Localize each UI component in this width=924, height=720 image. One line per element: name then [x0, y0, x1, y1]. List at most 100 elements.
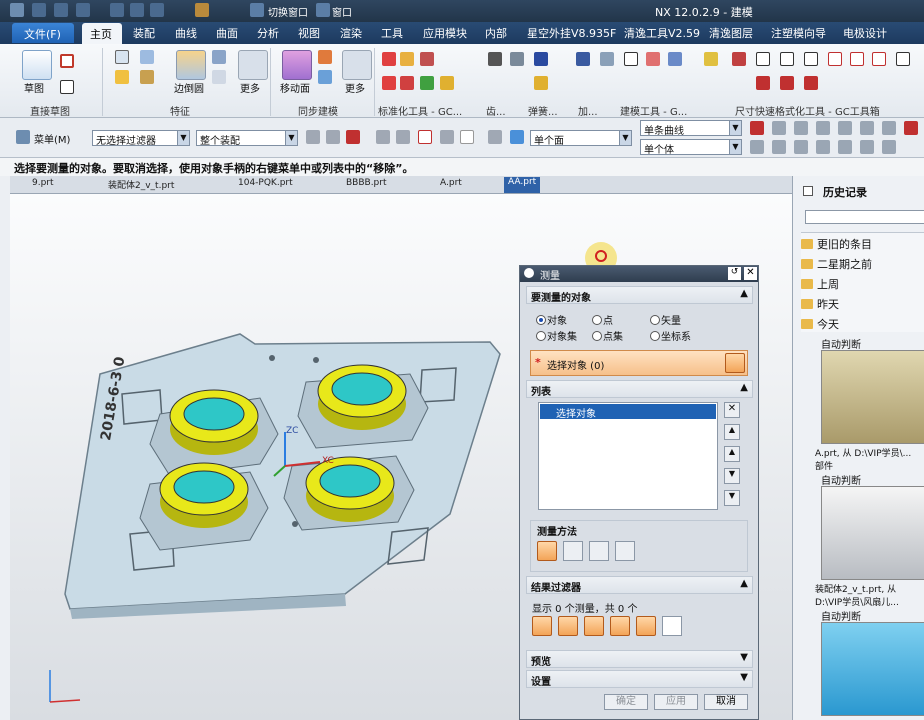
tab-qingyi-tools[interactable]: 清逸工具V2.59 [624, 25, 700, 41]
standard-tool-icon[interactable] [420, 52, 434, 66]
dimension-tool-icon[interactable] [732, 52, 746, 66]
tab-xingkong[interactable]: 星空外挂V8.935F [527, 25, 616, 41]
snap-point-icon[interactable] [794, 140, 808, 154]
select-tool-icon[interactable] [440, 130, 454, 144]
radio-object-set[interactable]: 对象集 [536, 328, 577, 343]
tab-file[interactable]: 文件(F) [12, 23, 74, 43]
file-tab[interactable]: 装配体2_v_t.prt [108, 178, 174, 191]
filter-list-icon[interactable] [662, 616, 682, 636]
file-tab[interactable]: BBBB.prt [346, 178, 387, 188]
reset-icon[interactable]: ↺ [728, 267, 741, 280]
rectangle-icon[interactable] [60, 80, 74, 94]
dimension-tool-icon[interactable] [756, 52, 770, 66]
dimension-tool-icon[interactable] [780, 52, 794, 66]
dimension-tool-icon[interactable] [780, 76, 794, 90]
more-sync-icon[interactable] [342, 50, 372, 80]
edge-blend-icon[interactable] [176, 50, 206, 80]
history-thumbnail[interactable] [821, 486, 924, 580]
select-tool-icon[interactable] [396, 130, 410, 144]
tab-curve[interactable]: 曲线 [175, 25, 197, 41]
snap-point-icon[interactable] [772, 140, 786, 154]
snap-point-icon[interactable] [816, 121, 830, 135]
dialog-title-bar[interactable]: 测量 ↺ ✕ [520, 266, 758, 282]
move-down-icon[interactable]: ▼ [724, 468, 740, 484]
dimension-tool-icon[interactable] [804, 76, 818, 90]
tab-assembly[interactable]: 装配 [133, 25, 155, 41]
move-face-icon[interactable] [282, 50, 312, 80]
menu-button[interactable]: 菜单(M) [34, 131, 70, 146]
menu-icon[interactable] [16, 130, 30, 144]
history-group-today[interactable]: 今天 [801, 316, 839, 334]
result-filter-section-header[interactable]: 结果过滤器 ▲ [526, 576, 753, 594]
snap-point-icon[interactable] [904, 121, 918, 135]
measure-distance-icon[interactable] [537, 541, 557, 561]
file-tab[interactable]: 9.prt [32, 178, 54, 188]
extrude-icon[interactable] [115, 50, 129, 64]
gear-tool-icon[interactable] [510, 52, 524, 66]
tab-mold-wizard[interactable]: 注塑模向导 [771, 25, 826, 41]
file-tab[interactable]: A.prt [440, 178, 462, 188]
snap-point-icon[interactable] [838, 121, 852, 135]
dimension-tool-icon[interactable] [828, 52, 842, 66]
move-up-icon[interactable]: ▲ [724, 446, 740, 462]
body-rule-select[interactable]: 单个体 ▼ [640, 139, 742, 156]
selection-scope-select[interactable]: 整个装配 ▼ [196, 130, 298, 147]
standard-tool-icon[interactable] [382, 52, 396, 66]
more-sync-label[interactable]: 更多 [345, 80, 365, 95]
select-tool-icon[interactable] [488, 130, 502, 144]
move-face-button-label[interactable]: 移动面 [280, 80, 310, 95]
spring-tool-icon[interactable] [534, 52, 548, 66]
objects-section-header[interactable]: 要测量的对象 ▲ [526, 286, 753, 304]
tab-render[interactable]: 渲染 [340, 25, 362, 41]
standard-tool-icon[interactable] [440, 76, 454, 90]
radio-vector[interactable]: 矢量 [650, 312, 681, 327]
snap-point-icon[interactable] [882, 121, 896, 135]
offset-region-icon[interactable] [318, 70, 332, 84]
history-search-input[interactable] [805, 210, 924, 224]
tab-home[interactable]: 主页 [82, 23, 122, 44]
switch-window-button[interactable]: 切换窗口 [268, 4, 308, 19]
dimension-tool-icon[interactable] [804, 52, 818, 66]
paste-icon[interactable] [150, 3, 164, 17]
ok-button[interactable]: 确定 [604, 694, 648, 710]
history-thumbnail[interactable] [821, 622, 924, 716]
list-section-header[interactable]: 列表 ▲ [526, 380, 753, 398]
tab-view[interactable]: 视图 [298, 25, 320, 41]
filter-angle-icon[interactable] [558, 616, 578, 636]
window-icon[interactable] [316, 3, 330, 17]
snap-point-icon[interactable] [750, 121, 764, 135]
modeling-tool-icon[interactable] [624, 52, 638, 66]
edge-blend-button-label[interactable]: 边倒圆 [174, 80, 204, 95]
sketch-button-label[interactable]: 草图 [24, 80, 44, 95]
tab-qingyi-layer[interactable]: 清逸图层 [709, 25, 753, 41]
chamfer-icon[interactable] [212, 50, 226, 64]
tab-tools[interactable]: 工具 [381, 25, 403, 41]
settings-section-header[interactable]: 设置 ▼ [526, 670, 753, 688]
snap-point-icon[interactable] [750, 140, 764, 154]
cancel-button[interactable]: 取消 [704, 694, 748, 710]
face-rule-icon[interactable] [510, 130, 524, 144]
radio-point[interactable]: 点 [592, 312, 613, 327]
modeling-tool-icon[interactable] [646, 52, 660, 66]
standard-tool-icon[interactable] [400, 52, 414, 66]
history-thumbnail[interactable] [821, 350, 924, 444]
measure-angle-icon[interactable] [563, 541, 583, 561]
dimension-tool-icon[interactable] [896, 52, 910, 66]
list-item[interactable]: 选择对象 [540, 404, 716, 420]
remove-icon[interactable]: ✕ [724, 402, 740, 418]
snap-point-icon[interactable] [860, 140, 874, 154]
history-group-yesterday[interactable]: 昨天 [801, 296, 839, 314]
copy-icon[interactable] [130, 3, 144, 17]
standard-tool-icon[interactable] [382, 76, 396, 90]
select-tool-icon[interactable] [418, 130, 432, 144]
move-top-icon[interactable]: ▲ [724, 424, 740, 440]
redo-icon[interactable] [76, 3, 90, 17]
shell-icon[interactable] [140, 70, 154, 84]
face-rule-select[interactable]: 单个面 ▼ [530, 130, 632, 147]
more-features-label[interactable]: 更多 [240, 80, 260, 95]
snap-point-icon[interactable] [860, 121, 874, 135]
filter-distance-icon[interactable] [532, 616, 552, 636]
move-bottom-icon[interactable]: ▼ [724, 490, 740, 506]
gear-tool-icon[interactable] [488, 52, 502, 66]
select-tool-icon[interactable] [460, 130, 474, 144]
